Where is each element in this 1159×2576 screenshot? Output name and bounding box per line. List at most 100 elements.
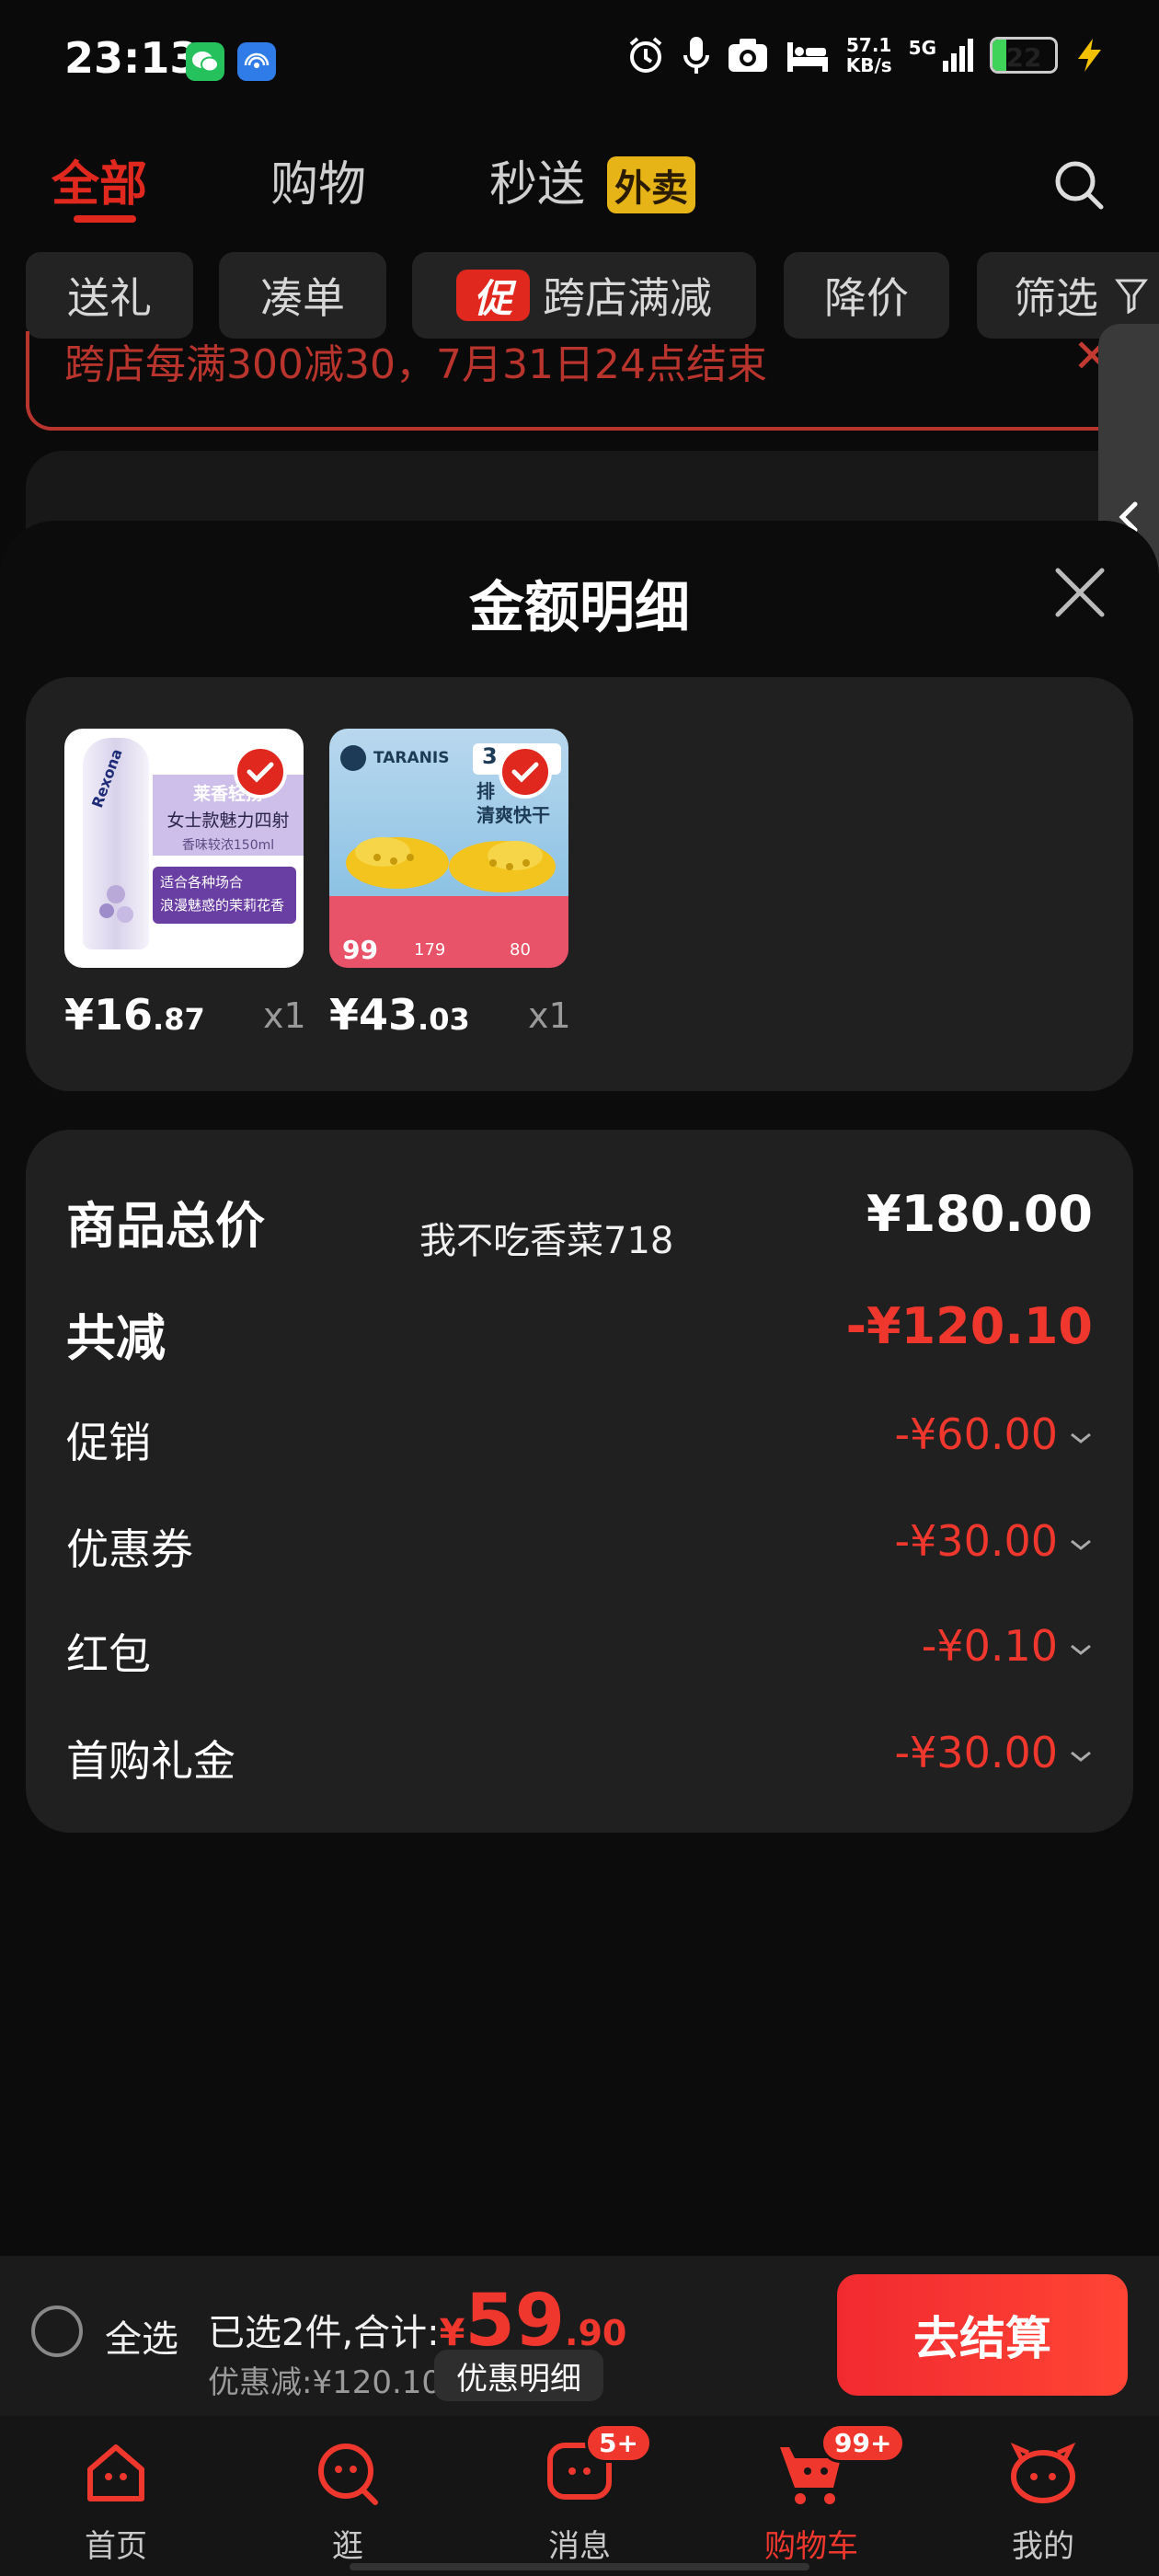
product-price: ¥43.03 — [329, 990, 470, 1040]
chip-price-drop[interactable]: 降价 — [784, 252, 949, 339]
battery-icon: 22 — [990, 37, 1058, 74]
reduction-label: 共减 — [66, 1309, 166, 1367]
promo-banner: 跨店每满300减30，7月31日24点结束 ✕ — [26, 331, 1141, 431]
discount-detail-button[interactable]: 优惠明细 — [434, 2350, 603, 2401]
close-icon[interactable] — [1052, 565, 1107, 620]
nav-label: 消息 — [548, 2528, 611, 2565]
nav-label: 逛 — [332, 2528, 363, 2565]
nav-cart[interactable]: 99+ 购物车 — [719, 2423, 906, 2566]
selected-products-card: Rexona 莱香轻扬 女士款魅力四射 香味较浓150ml 适合各种场合 浪漫魅… — [26, 677, 1133, 1091]
chevron-down-icon — [1071, 1644, 1091, 1655]
product-price: ¥16.87 — [64, 990, 205, 1040]
thumb-brand: TARANIS — [340, 745, 449, 771]
discount-value: -¥30.00 — [894, 1728, 1093, 1777]
alarm-icon — [629, 37, 662, 73]
chevron-down-icon — [1071, 1751, 1091, 1762]
sum-decimal: .90 — [565, 2313, 627, 2353]
chevron-down-icon — [1071, 1432, 1091, 1443]
message-icon: 5+ — [545, 2423, 652, 2508]
thumb-price-a: 99 — [342, 935, 378, 965]
nav-label: 首页 — [85, 2528, 147, 2565]
promo-banner-text: 跨店每满300减30，7月31日24点结束 — [64, 341, 767, 388]
discount-label: 促销 — [66, 1418, 151, 1467]
selected-check-icon[interactable] — [234, 745, 287, 799]
camera-icon — [728, 39, 767, 72]
total-label: 商品总价 — [66, 1197, 265, 1255]
checkout-button[interactable]: 去结算 — [837, 2274, 1128, 2396]
status-icons: 57.1 KB/s 5G 22 — [625, 35, 1104, 75]
tab-all[interactable]: 全部 — [52, 145, 147, 214]
discount-value: -¥30.00 — [894, 1516, 1093, 1566]
selected-check-icon[interactable] — [499, 745, 552, 799]
product-thumbnail[interactable]: TARANIS 3 排 清爽快干 99 179 80 — [329, 729, 568, 968]
filter-icon — [1115, 279, 1148, 314]
discount-summary: 优惠减:¥120.10 — [208, 2364, 442, 2401]
cart-icon: 99+ — [776, 2423, 906, 2508]
thumb-slogan: 排 — [476, 780, 495, 802]
nav-profile[interactable]: 我的 — [951, 2438, 1135, 2566]
chip-cross-store-label: 跨店满减 — [543, 273, 712, 323]
chevron-down-icon — [1071, 1539, 1091, 1550]
status-bar: 23:13 57.1 KB/s 5G 22 — [0, 0, 1159, 125]
product-item[interactable]: Rexona 莱香轻扬 女士款魅力四射 香味较浓150ml 适合各种场合 浪漫魅… — [64, 729, 306, 1040]
chip-filter-label: 筛选 — [1014, 273, 1098, 323]
discount-label: 优惠券 — [66, 1524, 193, 1574]
checkout-bar: 全选 已选2件,合计:¥59.90 优惠减:¥120.10 优惠明细 去结算 — [0, 2256, 1159, 2416]
nav-label: 购物车 — [764, 2528, 858, 2565]
nav-label: 我的 — [1012, 2528, 1074, 2565]
tab-instant[interactable]: 秒送 — [489, 145, 585, 214]
product-qty: x1 — [263, 995, 306, 1036]
sheet-title: 金额明细 — [469, 576, 690, 640]
product-qty: x1 — [528, 995, 571, 1036]
clog-shoes — [346, 837, 556, 892]
reduction-value: -¥120.10 — [845, 1297, 1093, 1355]
discount-value: -¥60.00 — [894, 1409, 1093, 1459]
thumb-caption: 适合各种场合 浪漫魅惑的茉莉花香 — [153, 867, 296, 924]
bottom-nav: 首页 逛 5+ 消息 99+ 购物车 我的 — [0, 2416, 1159, 2576]
deodorant-can: Rexona — [83, 738, 149, 949]
nav-home[interactable]: 首页 — [24, 2438, 208, 2566]
discount-label: 红包 — [66, 1629, 151, 1679]
select-all-label[interactable]: 全选 — [105, 2309, 178, 2363]
mic-icon — [683, 37, 709, 74]
message-badge: 5+ — [585, 2423, 652, 2463]
chip-gift[interactable]: 送礼 — [26, 252, 193, 339]
product-price-row: ¥16.87 x1 — [64, 990, 340, 1040]
hotspot-icon — [237, 42, 276, 81]
charging-icon — [1078, 39, 1101, 72]
selected-text: 已选2件,合计: — [208, 2312, 440, 2354]
filter-chips: 送礼 凑单 促 跨店满减 降价 筛选 — [26, 252, 1159, 339]
thumb-price-b: 179 — [414, 940, 446, 960]
product-price-row: ¥43.03 x1 — [329, 990, 605, 1040]
product-thumbnail[interactable]: Rexona 莱香轻扬 女士款魅力四射 香味较浓150ml 适合各种场合 浪漫魅… — [64, 729, 304, 968]
product-item[interactable]: TARANIS 3 排 清爽快干 99 179 80 ¥43.03 x1 — [329, 729, 571, 1040]
total-value: ¥180.00 — [866, 1185, 1093, 1243]
nav-messages[interactable]: 5+ 消息 — [488, 2423, 671, 2566]
signal-icon: 5G — [909, 39, 973, 72]
tab-shopping[interactable]: 购物 — [270, 145, 366, 214]
bed-icon — [786, 42, 828, 72]
amount-detail-sheet: 金额明细 Rexona 莱香轻扬 女士款魅力四射 香味较浓150ml 适合各种场… — [0, 521, 1159, 2256]
browse-icon — [313, 2438, 383, 2508]
wechat-icon — [186, 42, 224, 81]
search-icon[interactable] — [1052, 158, 1106, 212]
nav-browse[interactable]: 逛 — [256, 2438, 440, 2566]
promo-tag: 促 — [456, 270, 530, 321]
network-speed: 57.1 KB/s — [845, 34, 892, 76]
select-all-checkbox[interactable] — [31, 2306, 83, 2357]
chip-cross-store[interactable]: 促 跨店满减 — [412, 252, 756, 339]
discount-value: -¥0.10 — [922, 1621, 1093, 1671]
thumb-price-c: 80 — [510, 940, 531, 960]
waimai-badge: 外卖 — [607, 156, 695, 213]
status-time: 23:13 — [64, 33, 200, 83]
home-indicator[interactable] — [350, 2563, 809, 2570]
chip-bundle[interactable]: 凑单 — [219, 252, 386, 339]
watermark: 我不吃香菜718 — [419, 1220, 674, 1262]
profile-icon — [1008, 2438, 1078, 2508]
sum-currency: ¥ — [439, 2312, 465, 2354]
cart-badge: 99+ — [820, 2423, 906, 2463]
home-icon — [81, 2438, 151, 2508]
top-tabs: 全部 购物 秒送 外卖 — [0, 138, 1159, 239]
tab-underline — [74, 215, 136, 223]
discount-label: 首购礼金 — [66, 1736, 235, 1786]
